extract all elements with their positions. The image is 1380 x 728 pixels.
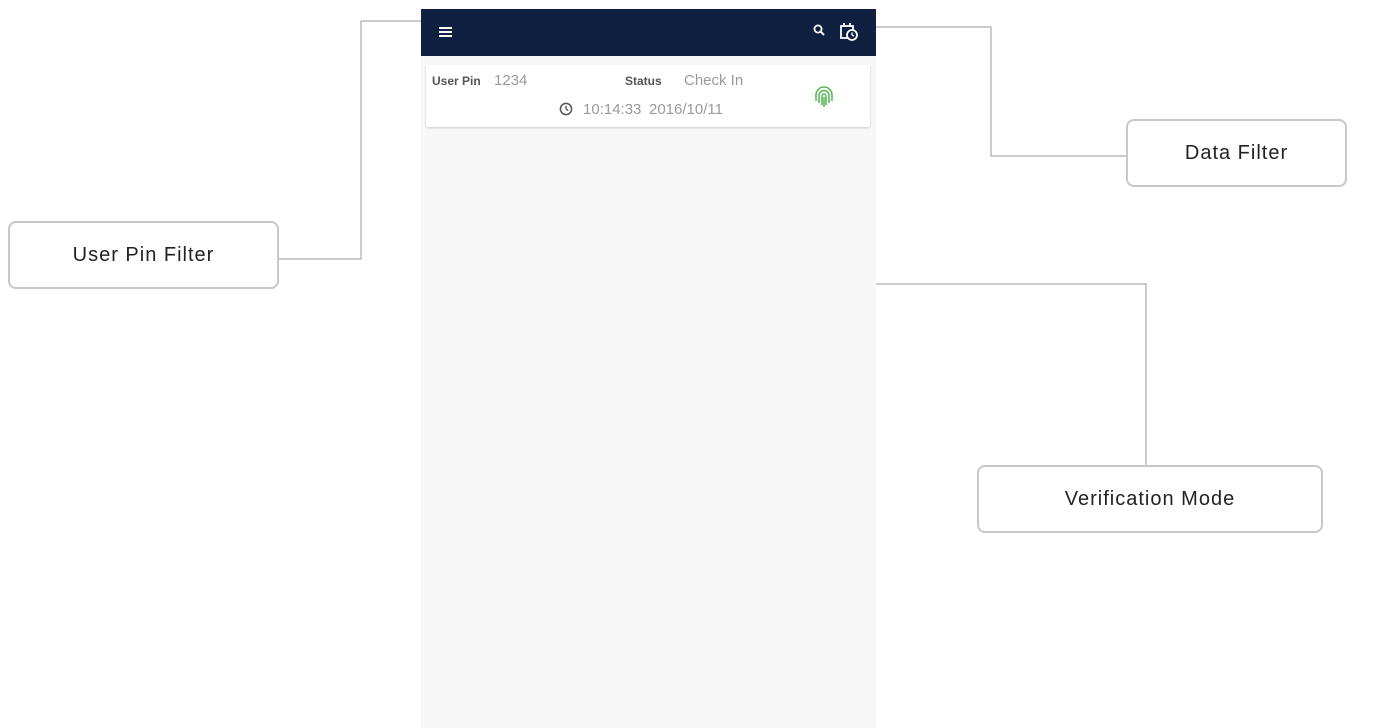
search-icon[interactable]: [811, 22, 829, 40]
app-screen: User Pin 1234 Status Check In 10:14:33 2…: [421, 9, 876, 728]
status-value: Check In: [684, 72, 744, 89]
record-date: 2016/10/11: [649, 101, 723, 118]
user-pin-label: User Pin: [432, 74, 481, 88]
fingerprint-icon: [813, 84, 835, 110]
app-bar: [421, 9, 876, 56]
user-pin-filter-callout: User Pin Filter: [8, 221, 279, 289]
clock-icon: [559, 102, 573, 116]
user-pin-value: 1234: [494, 72, 528, 89]
hamburger-menu-icon[interactable]: [439, 27, 452, 37]
data-filter-callout: Data Filter: [1126, 119, 1347, 187]
calendar-clock-icon[interactable]: [838, 20, 860, 42]
status-label: Status: [625, 74, 662, 88]
attendance-record-card[interactable]: User Pin 1234 Status Check In 10:14:33 2…: [426, 65, 870, 127]
verification-mode-callout: Verification Mode: [977, 465, 1323, 533]
record-time: 10:14:33: [583, 101, 642, 118]
